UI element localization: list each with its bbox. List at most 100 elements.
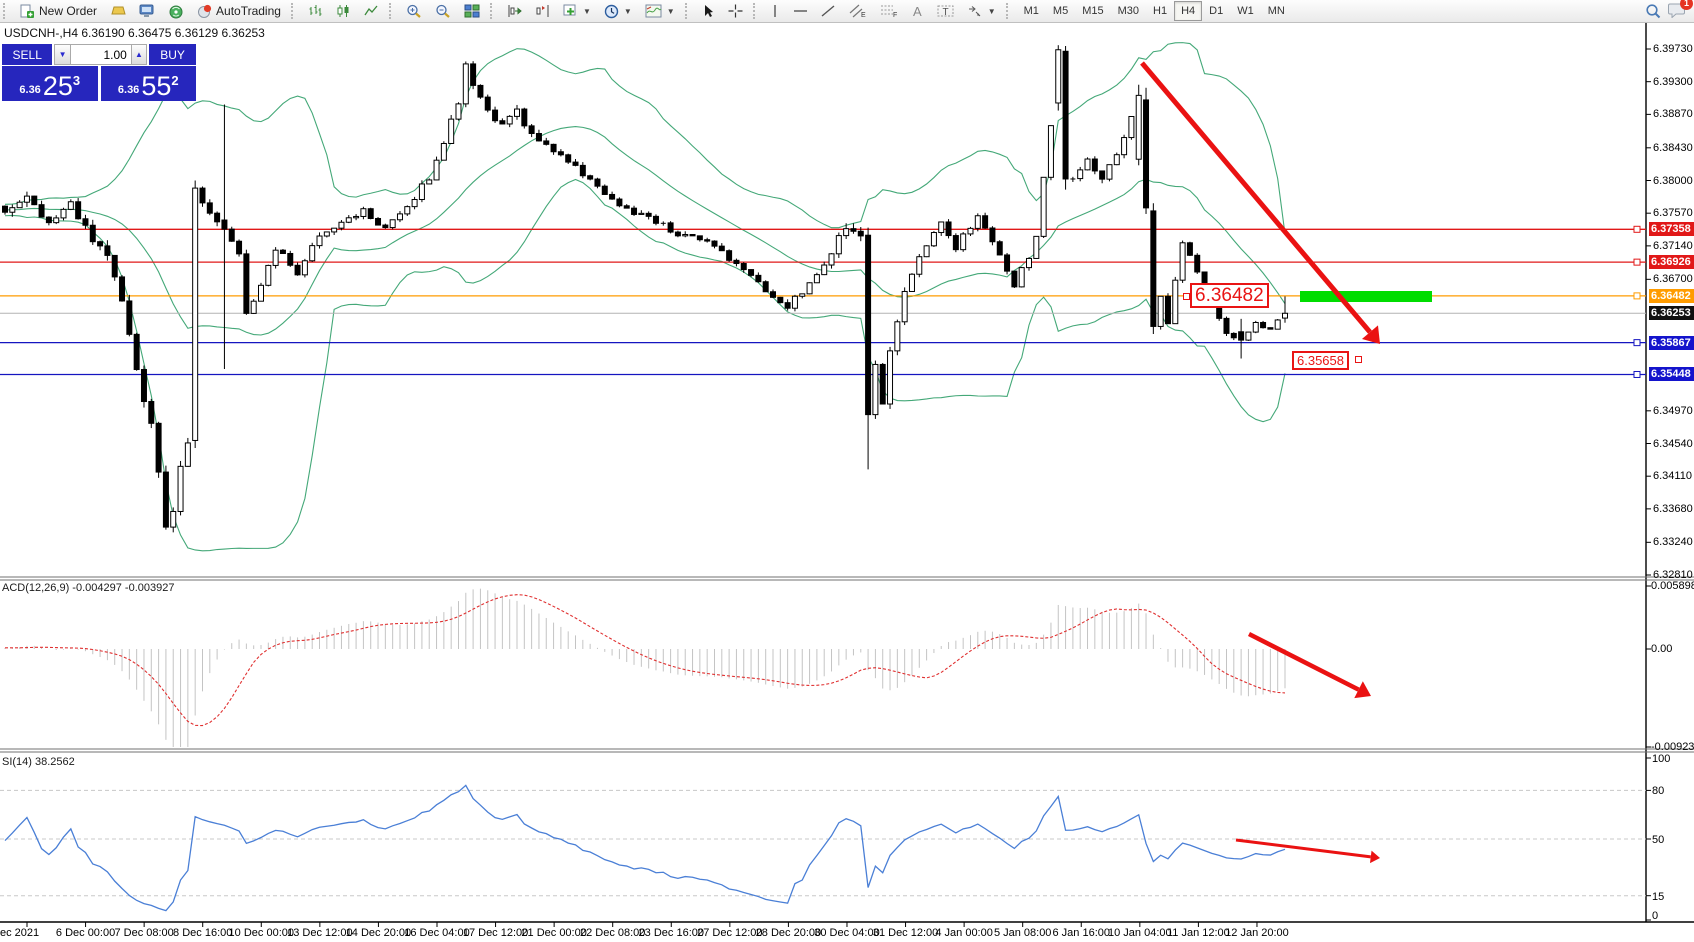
price-callout-6.36482[interactable]: 6.36482 [1190,283,1269,308]
timeframe-D1[interactable]: D1 [1202,1,1230,21]
candlesticks [3,45,1288,532]
search-icon[interactable] [1645,3,1662,20]
macd-indicator [5,589,1285,747]
new-chart-icon [563,4,578,18]
tile-windows-button[interactable] [458,0,486,22]
dropdown-caret: ▼ [667,7,675,16]
timeframe-M5[interactable]: M5 [1046,1,1075,21]
timeframe-H1[interactable]: H1 [1146,1,1174,21]
candlestick-button[interactable] [330,0,357,22]
new-order-label: New Order [39,4,97,18]
macd-indicator-label: ACD(12,26,9) -0.004297 -0.003927 [2,582,174,594]
red-arrow[interactable] [1249,634,1359,690]
rsi-axis-label: 100 [1652,753,1670,765]
time-tick-label: 31 Dec 12:00 [873,927,938,939]
zoom-in-button[interactable] [400,0,428,22]
new-order-button[interactable]: New Order [14,0,103,22]
timeframe-MN[interactable]: MN [1261,1,1292,21]
time-tick-label: 11 Jan 12:00 [1167,927,1230,939]
bar-chart-button[interactable] [302,0,329,22]
time-tick-label: 30 Dec 04:00 [814,927,879,939]
arrows-tool-button[interactable]: ▼ [961,0,1002,22]
volume-down-button[interactable]: ▼ [54,44,70,65]
period-button[interactable]: ▼ [598,0,638,22]
macd-axis-label: 0.005898 [1651,580,1694,592]
candlestick-icon [336,4,351,18]
fibonacci-button[interactable]: F [874,0,904,22]
price-badge-6.36253: 6.36253 [1649,306,1694,320]
callout-handle[interactable] [1183,293,1190,300]
chart-title: USDCNH-,H4 6.36190 6.36475 6.36129 6.362… [4,26,265,40]
red-arrow[interactable] [1236,840,1371,857]
rsi-line [5,785,1285,910]
text-label-button[interactable]: T [931,0,960,22]
macd-signal-line [5,595,1285,726]
toolbar-right-group: 1 [1645,2,1694,21]
text-icon: A [911,4,924,18]
hline-handle[interactable] [1634,293,1640,299]
zoom-out-button[interactable] [429,0,457,22]
auto-scroll-button[interactable] [501,0,528,22]
templates-button[interactable]: ▼ [639,0,681,22]
trend-arrows[interactable] [1142,63,1380,863]
green-zone-rectangle[interactable] [1300,291,1432,302]
price-tick-label: 6.33240 [1653,536,1693,548]
svg-text:T: T [942,7,948,18]
rsi-axis-label: 80 [1652,785,1664,797]
volume-input[interactable] [71,44,131,65]
timeframe-M1[interactable]: M1 [1017,1,1046,21]
callout-handle[interactable] [1355,356,1362,363]
trendline-icon [821,4,836,18]
price-badge-6.35867: 6.35867 [1649,336,1694,350]
one-click-trading-panel: SELL ▼ ▲ BUY 6.36 25 3 6.36 55 2 [2,44,196,101]
autotrading-label: AutoTrading [216,4,281,18]
buy-price-button[interactable]: 6.36 55 2 [101,66,197,101]
price-callout-6.35658[interactable]: 6.35658 [1292,351,1349,370]
chart-shift-button[interactable] [529,0,556,22]
experts-button[interactable] [133,0,161,22]
sell-price-button[interactable]: 6.36 25 3 [2,66,98,101]
price-badge-6.37358: 6.37358 [1649,222,1694,236]
volume-up-button[interactable]: ▲ [131,44,147,65]
svg-text:E: E [861,12,866,18]
signals-button[interactable] [162,0,190,22]
equidistant-channel-button[interactable]: E [843,0,873,22]
text-button[interactable]: A [905,0,930,22]
line-chart-icon [364,4,379,18]
price-tick-label: 6.34110 [1653,470,1692,482]
timeframe-M30[interactable]: M30 [1111,1,1146,21]
autotrading-icon [197,4,212,19]
toolbar-grip [490,3,497,19]
horizontal-line-icon [793,4,808,18]
channel-icon: E [849,4,867,18]
new-chart-button[interactable]: ▼ [557,0,597,22]
hline-handle[interactable] [1634,259,1640,265]
hline-handle[interactable] [1634,371,1640,377]
hline-handle[interactable] [1634,226,1640,232]
buy-button[interactable]: BUY [147,44,196,65]
horizontal-line-button[interactable] [787,0,814,22]
chat-button[interactable]: 1 [1668,2,1686,21]
cursor-button[interactable] [696,0,721,22]
trendline-button[interactable] [815,0,842,22]
chart-canvas[interactable] [0,0,1694,942]
time-tick-label: 6 Dec 00:00 [56,927,115,939]
price-tick-label: 6.38430 [1653,142,1693,154]
sell-button[interactable]: SELL [2,44,54,65]
price-badge-6.35448: 6.35448 [1649,367,1694,381]
timeframe-W1[interactable]: W1 [1230,1,1261,21]
line-chart-button[interactable] [358,0,385,22]
chart-shift-icon [535,4,550,18]
crosshair-button[interactable] [722,0,749,22]
hline-handle[interactable] [1634,340,1640,346]
zoom-in-icon [406,4,422,19]
gold-tool-button[interactable] [104,0,132,22]
time-tick-label: 5 Jan 08:00 [994,927,1052,939]
buy-price-small: 6.36 [118,84,139,96]
price-tick-label: 6.39300 [1653,76,1693,88]
rsi-axis-label: 15 [1652,891,1664,903]
timeframe-M15[interactable]: M15 [1075,1,1110,21]
autotrading-button[interactable]: AutoTrading [191,0,287,22]
timeframe-H4[interactable]: H4 [1174,1,1202,21]
vertical-line-button[interactable] [764,0,786,22]
